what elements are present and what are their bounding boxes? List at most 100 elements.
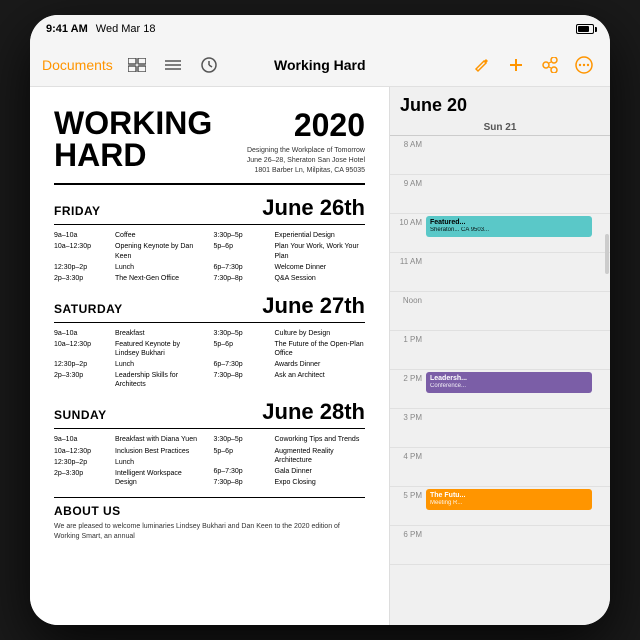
cal-event[interactable]: Leadersh...Conference... (426, 372, 592, 393)
layout-icon[interactable] (123, 51, 151, 79)
schedule-col-left: 9a–10aBreakfast 10a–12:30p Featured Keynot… (54, 329, 206, 390)
schedule-time: 2p–3:30p (54, 469, 109, 487)
cal-hour-label: 5 PM (390, 489, 426, 500)
cal-event[interactable]: Featured...Sheraton... CA 9503... (426, 216, 592, 237)
schedule-event: Welcome Dinner (275, 263, 327, 272)
cal-event-detail: Meeting R... (430, 500, 588, 508)
cal-hour-row: 4 PM (390, 448, 610, 487)
day-name: SATURDAY (54, 302, 262, 316)
list-icon[interactable] (159, 51, 187, 79)
schedule-event: Q&A Session (275, 274, 316, 283)
schedule-time: 9a–10a (54, 435, 109, 444)
cal-event-detail: Sheraton... CA 9503... (430, 227, 588, 235)
doc-year-block: 2020 Designing the Workplace of Tomorrow… (245, 107, 365, 175)
toolbar-left-icons (123, 51, 223, 79)
schedule-item: 7:30p–8p Ask an Architect (214, 371, 366, 380)
scroll-indicator[interactable] (605, 234, 609, 274)
toolbar-title: Working Hard (274, 57, 366, 73)
schedule-time: 12:30p–2p (54, 360, 109, 369)
schedule-item: 7:30p–8p Expo Closing (214, 478, 366, 487)
status-bar: 9:41 AM Wed Mar 18 (30, 15, 610, 43)
about-text: We are pleased to welcome luminaries Lin… (54, 522, 365, 542)
schedule-event: Featured Keynote by Lindsey Bukhari (115, 340, 206, 358)
doc-header: WORKING HARD 2020 Designing the Workplac… (54, 107, 365, 185)
calendar-timeline[interactable]: 8 AM9 AM10 AMFeatured...Sheraton... CA 9… (390, 136, 610, 625)
schedule-event: Ask an Architect (275, 371, 325, 380)
schedule-event: Expo Closing (275, 478, 316, 487)
schedule-time: 10a–12:30p (54, 340, 109, 358)
schedule-time: 6p–7:30p (214, 263, 269, 272)
status-time: 9:41 AM (46, 23, 88, 35)
schedule-item: 7:30p–8pQ&A Session (214, 274, 366, 283)
schedule-event: Awards Dinner (275, 360, 321, 369)
cal-event-detail: Conference... (430, 383, 588, 391)
schedule-item: 3:30p–5pExperiential Design (214, 231, 366, 240)
schedule-event: Lunch (115, 458, 134, 467)
schedule-time: 5p–6p (214, 447, 269, 465)
schedule-event: The Future of the Open-Plan Office (275, 340, 366, 358)
day-header-row: SUNDAYJune 28th (54, 399, 365, 429)
cal-hour-content (426, 177, 606, 211)
pen-icon[interactable] (468, 51, 496, 79)
schedule-item: 3:30p–5pCulture by Design (214, 329, 366, 338)
day-header-row: FRIDAYJune 26th (54, 195, 365, 225)
cal-hour-content: Leadersh...Conference... (426, 372, 606, 406)
schedule-item: 12:30p–2pLunch (54, 263, 206, 272)
schedule-time: 7:30p–8p (214, 371, 269, 380)
cal-hour-row: Noon (390, 292, 610, 331)
cal-event[interactable]: The Futu...Meeting R... (426, 489, 592, 510)
cal-hour-content (426, 450, 606, 484)
cal-hour-content (426, 528, 606, 562)
doc-panel[interactable]: WORKING HARD 2020 Designing the Workplac… (30, 87, 390, 625)
calendar-header: June 20 (390, 87, 610, 120)
schedule-event: Opening Keynote by Dan Keen (115, 242, 206, 260)
main-area: WORKING HARD 2020 Designing the Workplac… (30, 87, 610, 625)
schedule-item: 5p–6p The Future of the Open-Plan Office (214, 340, 366, 358)
device-screen: 9:41 AM Wed Mar 18 Documents (30, 15, 610, 625)
schedule-col-left: 9a–10aCoffee10a–12:30pOpening Keynote by… (54, 231, 206, 282)
calendar-panel[interactable]: June 20 Sun 21 8 AM9 AM10 AMFeatured...S… (390, 87, 610, 625)
schedule-col-right: 3:30p–5pCulture by Design 5p–6p The Future… (214, 329, 366, 390)
schedule-item: 5p–6pPlan Your Work, Work Your Plan (214, 242, 366, 260)
status-date: Wed Mar 18 (96, 23, 156, 35)
add-icon[interactable] (502, 51, 530, 79)
schedule-time: 7:30p–8p (214, 478, 269, 487)
day-name: SUNDAY (54, 408, 262, 422)
more-icon[interactable] (570, 51, 598, 79)
cal-hour-row: 6 PM (390, 526, 610, 565)
status-right-icons (576, 24, 594, 34)
day-date: June 27th (262, 293, 365, 319)
schedule-item: 2p–3:30pLeadership Skills for Architects (54, 371, 206, 389)
doc-title-line2: HARD (54, 139, 245, 171)
cal-hour-label: 2 PM (390, 372, 426, 383)
documents-button[interactable]: Documents (42, 57, 113, 73)
schedule-item: 9a–10aBreakfast (54, 329, 206, 338)
doc-title-line1: WORKING (54, 107, 245, 139)
day-section-saturday: SATURDAYJune 27th 9a–10aBreakfast 10a–12:3… (54, 293, 365, 390)
share-icon[interactable] (536, 51, 564, 79)
doc-year: 2020 (245, 107, 365, 144)
schedule-item: 12:30p–2pLunch (54, 458, 206, 467)
schedule-item: 9a–10aBreakfast with Diana Yuen (54, 435, 206, 444)
schedule-item: 12:30p–2pLunch (54, 360, 206, 369)
about-section: ABOUT US We are pleased to welcome lumin… (54, 497, 365, 542)
cal-hour-label: 9 AM (390, 177, 426, 188)
schedule-event: Plan Your Work, Work Your Plan (275, 242, 366, 260)
calendar-hours: 8 AM9 AM10 AMFeatured...Sheraton... CA 9… (390, 136, 610, 565)
cal-hour-content (426, 138, 606, 172)
schedule-time: 6p–7:30p (214, 360, 269, 369)
schedule-event: Lunch (115, 263, 134, 272)
schedule-grid: 9a–10aCoffee10a–12:30pOpening Keynote by… (54, 231, 365, 282)
calendar-day-label: Sun 21 (400, 122, 600, 133)
schedule-item: 10a–12:30pOpening Keynote by Dan Keen (54, 242, 206, 260)
schedule-time: 5p–6p (214, 340, 269, 358)
day-header-row: SATURDAYJune 27th (54, 293, 365, 323)
schedule-time: 9a–10a (54, 231, 109, 240)
clock-icon[interactable] (195, 51, 223, 79)
schedule-item: 2p–3:30pIntelligent Workspace Design (54, 469, 206, 487)
cal-hour-label: 11 AM (390, 255, 426, 266)
schedule-event: Augmented Reality Architecture (275, 447, 366, 465)
cal-hour-label: 10 AM (390, 216, 426, 227)
cal-event-title: The Futu... (430, 491, 588, 500)
cal-hour-label: Noon (390, 294, 426, 305)
